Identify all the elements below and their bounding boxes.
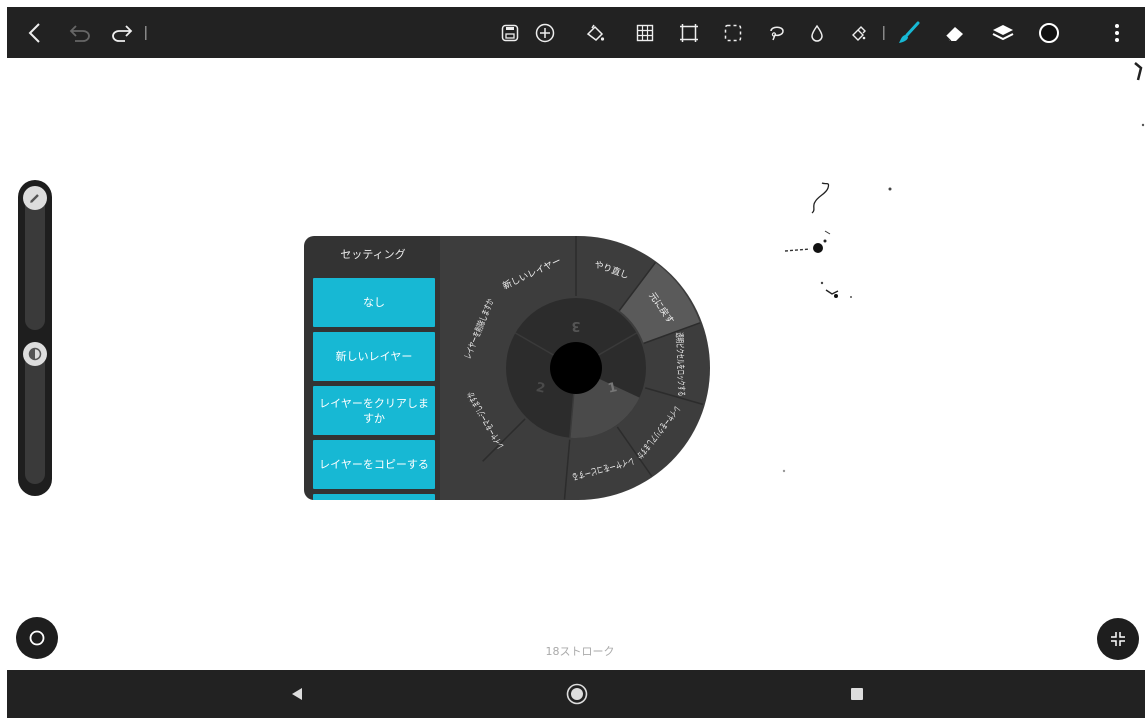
toolbar-divider [879,7,889,58]
grid-icon[interactable] [631,7,659,58]
color-icon[interactable] [1033,7,1065,58]
pencil-icon [30,194,39,203]
circle-outline-icon [29,630,45,646]
size-slider-handle[interactable] [23,186,47,210]
save-icon[interactable] [497,7,523,58]
eraser-icon[interactable] [939,7,971,58]
toolbar-divider [141,7,151,58]
setting-clear-layer-button[interactable]: レイヤーをクリアしますか [313,386,435,435]
stamp-icon[interactable] [845,7,873,58]
brush-size-opacity-slider[interactable] [18,180,52,496]
system-nav-bar [7,670,1145,718]
redo-icon[interactable] [107,7,137,58]
collapse-icon [1111,632,1125,646]
brush-icon[interactable] [891,7,927,58]
opacity-slider-handle[interactable] [23,342,47,366]
water-drop-icon[interactable] [803,7,831,58]
crop-icon[interactable] [675,7,703,58]
back-icon[interactable] [19,7,49,58]
ring-number-3[interactable]: 3 [571,318,580,333]
panel-title: セッティング [340,248,406,261]
layer-settings-panel: セッティング なし 新しいレイヤー レイヤーをクリアしますか レイヤーをコピーす… [304,236,449,500]
brush-shape-button[interactable] [16,617,58,659]
setting-copy-layer-button[interactable]: レイヤーをコピーする [313,440,435,489]
add-icon[interactable] [531,7,559,58]
undo-icon[interactable] [65,7,95,58]
top-toolbar [7,7,1145,58]
setting-none-button[interactable]: なし [313,278,435,327]
setting-more-button[interactable] [313,494,435,500]
collapse-ui-button[interactable] [1097,618,1139,660]
opacity-icon [28,347,42,361]
nav-back-icon[interactable] [277,670,317,718]
radial-menu: やり直し 元に戻す 透明ピクセルをロックする レイヤーをクリアしますか レイヤーをコピー… [440,236,712,504]
stroke-count: 18ストローク [545,645,615,658]
dial-center-button[interactable] [550,342,602,394]
layers-icon[interactable] [987,7,1019,58]
nav-recents-icon[interactable] [837,670,877,718]
setting-new-layer-button[interactable]: 新しいレイヤー [313,332,435,381]
dial-segment-3[interactable]: 透明ピクセルをロックする [673,332,686,396]
fill-icon[interactable] [581,7,609,58]
more-icon[interactable] [1107,7,1127,58]
selection-icon[interactable] [719,7,747,58]
lasso-icon[interactable] [763,7,791,58]
nav-home-icon[interactable] [557,670,597,718]
